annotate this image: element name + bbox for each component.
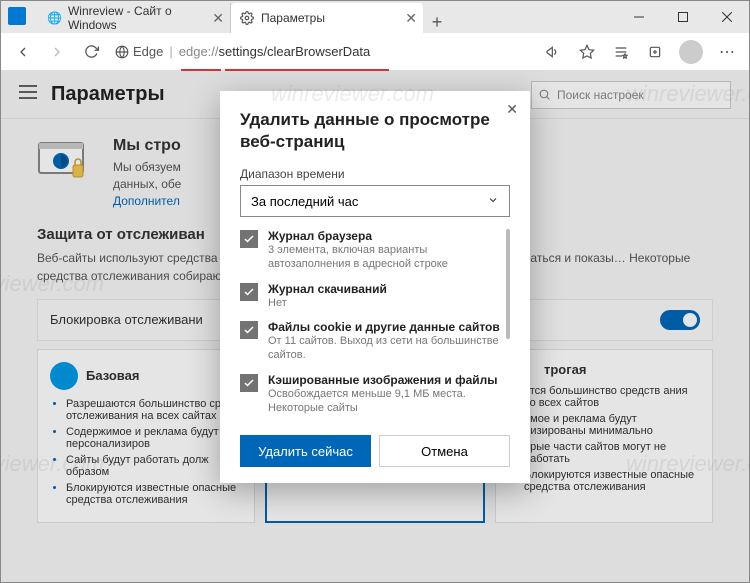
favicon-winreview: 🌐 — [47, 10, 62, 26]
browser-window: 🌐 Winreview - Сайт о Windows ✕ Параметры… — [0, 0, 750, 583]
maximize-button[interactable] — [661, 1, 705, 33]
checkbox-checked[interactable] — [240, 321, 258, 339]
close-button[interactable] — [705, 1, 749, 33]
window-controls — [617, 1, 749, 33]
favorites-bar-icon[interactable] — [605, 36, 637, 68]
close-icon[interactable]: ✕ — [405, 10, 417, 27]
app-icon — [8, 7, 26, 25]
toolbar: Edge | edge://settings/clearBrowserData … — [1, 33, 749, 71]
list-item[interactable]: Журнал браузера3 элемента, включая вариа… — [240, 229, 500, 272]
favorite-icon[interactable] — [571, 36, 603, 68]
checkbox-checked[interactable] — [240, 283, 258, 301]
back-button[interactable] — [7, 36, 39, 68]
select-value: За последний час — [251, 194, 358, 209]
read-aloud-icon[interactable] — [537, 36, 569, 68]
checkbox-checked[interactable] — [240, 374, 258, 392]
forward-button[interactable] — [41, 36, 73, 68]
cancel-button[interactable]: Отмена — [379, 435, 510, 467]
profile-avatar[interactable] — [679, 40, 703, 64]
collections-icon[interactable] — [639, 36, 671, 68]
clear-now-button[interactable]: Удалить сейчас — [240, 435, 371, 467]
url-text: edge://settings/clearBrowserData — [179, 44, 371, 59]
dialog-buttons: Удалить сейчас Отмена — [240, 435, 510, 467]
refresh-button[interactable] — [75, 36, 107, 68]
minimize-button[interactable] — [617, 1, 661, 33]
scrollbar[interactable] — [506, 229, 510, 339]
modal-overlay: ✕ Удалить данные о просмотре веб-страниц… — [1, 71, 749, 582]
close-icon[interactable]: ✕ — [212, 10, 224, 27]
list-item[interactable]: Файлы cookie и другие данные сайтовОт 11… — [240, 320, 500, 363]
menu-button[interactable]: ⋯ — [711, 36, 743, 68]
clear-data-dialog: ✕ Удалить данные о просмотре веб-страниц… — [220, 91, 530, 483]
page-content: Параметры Поиск настроек Мы стро--------… — [1, 71, 749, 582]
address-bar[interactable]: Edge | edge://settings/clearBrowserData — [109, 38, 535, 66]
tab-winreview[interactable]: 🌐 Winreview - Сайт о Windows ✕ — [39, 3, 231, 33]
time-range-select[interactable]: За последний час — [240, 185, 510, 217]
new-tab-button[interactable]: + — [423, 12, 451, 33]
checkbox-checked[interactable] — [240, 230, 258, 248]
separator: | — [169, 44, 172, 59]
tab-settings[interactable]: Параметры ✕ — [231, 3, 423, 33]
dialog-title: Удалить данные о просмотре веб-страниц — [240, 109, 510, 153]
url-id-chip: Edge — [115, 44, 163, 59]
tab-label: Winreview - Сайт о Windows — [68, 4, 202, 32]
titlebar: 🌐 Winreview - Сайт о Windows ✕ Параметры… — [1, 1, 749, 33]
gear-icon — [239, 10, 255, 26]
time-range-label: Диапазон времени — [240, 167, 510, 181]
list-item[interactable]: Кэшированные изображения и файлыОсвобожд… — [240, 373, 500, 416]
tab-label: Параметры — [261, 11, 325, 25]
tabstrip: 🌐 Winreview - Сайт о Windows ✕ Параметры… — [1, 1, 617, 33]
list-item[interactable]: Журнал скачиванийНет — [240, 282, 500, 310]
close-icon[interactable]: ✕ — [506, 101, 518, 118]
chevron-down-icon — [487, 194, 499, 209]
data-type-list: Журнал браузера3 элемента, включая вариа… — [240, 229, 510, 425]
